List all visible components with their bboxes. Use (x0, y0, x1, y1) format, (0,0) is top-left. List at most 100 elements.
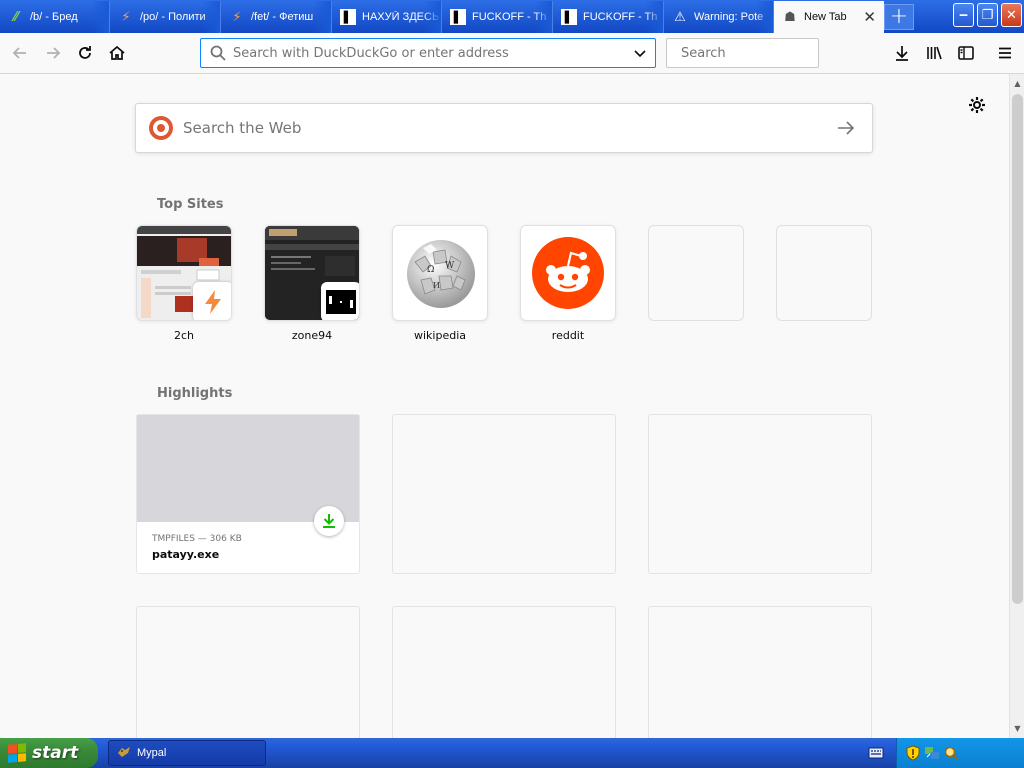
forward-arrow-icon (47, 47, 61, 59)
web-search-input[interactable] (183, 119, 836, 137)
scroll-up-icon[interactable]: ▲ (1010, 76, 1024, 91)
back-button[interactable] (6, 39, 34, 67)
hamburger-icon (999, 47, 1011, 59)
forward-button[interactable] (39, 39, 67, 67)
tab-4[interactable]: ▌ НАХУЙ ЗДЕСЬ (332, 1, 442, 33)
system-tray (896, 738, 1024, 768)
tab-7[interactable]: ⚠ Warning: Pote (664, 1, 774, 33)
top-site-wikipedia[interactable]: Ω W И wikipedia (392, 225, 488, 342)
home-button[interactable] (103, 39, 131, 67)
gear-icon[interactable] (967, 95, 987, 115)
tab-8[interactable]: ☗ New Tab ✕ (774, 1, 884, 33)
navigation-toolbar (0, 33, 1024, 74)
top-site-empty[interactable] (776, 225, 872, 329)
library-icon (927, 46, 942, 60)
wikipedia-globe-icon: Ω W И (407, 240, 475, 308)
site-thumbnail[interactable]: Ω W И (392, 225, 488, 321)
keyboard-icon[interactable] (868, 745, 884, 761)
chevron-down-icon[interactable] (633, 46, 647, 60)
sidebar-icon (958, 46, 974, 60)
lightning-icon: ⚡ (232, 9, 242, 25)
tab-3[interactable]: ⚡ /fet/ - Фетиш (221, 1, 332, 33)
arrow-right-icon[interactable] (836, 120, 856, 136)
magnifier-icon[interactable] (943, 745, 959, 761)
tab-fade (534, 1, 552, 33)
site-label: zone94 (291, 329, 333, 342)
tab-6[interactable]: ▌ FUCKOFF - Th (553, 1, 664, 33)
site-thumbnail[interactable] (136, 225, 232, 321)
taskbar: start Mypal (0, 738, 1024, 768)
tab-fade (423, 1, 441, 33)
sidebar-button[interactable] (952, 39, 980, 67)
warning-icon: ⚠ (674, 9, 686, 25)
download-icon (896, 46, 908, 61)
empty-site-slot[interactable] (648, 225, 744, 321)
download-icon (323, 514, 335, 528)
tab-fade (755, 1, 773, 33)
site-label: wikipedia (413, 329, 466, 342)
site-label: 2ch (173, 329, 195, 342)
windows-logo-icon (8, 743, 26, 763)
web-search-box[interactable] (135, 103, 873, 153)
new-tab-button[interactable]: + (884, 4, 914, 30)
highlight-card-empty (392, 414, 616, 574)
top-site-empty[interactable] (648, 225, 744, 329)
svg-text:И: И (433, 281, 440, 290)
address-input[interactable] (233, 45, 633, 61)
top-site-zone94[interactable]: zone94 (264, 225, 360, 342)
scrollbar-thumb[interactable] (1012, 94, 1023, 604)
highlights-heading: Highlights (157, 386, 233, 401)
top-site-reddit[interactable]: reddit (520, 225, 616, 342)
tab-1[interactable]: ⁄⁄ /b/ - Бред (0, 1, 110, 33)
security-shield-icon[interactable] (905, 745, 921, 761)
library-button[interactable] (920, 39, 948, 67)
back-arrow-icon (12, 47, 26, 59)
close-tab-icon[interactable]: ✕ (863, 8, 876, 26)
tab-label: /po/ - Полити (140, 11, 206, 23)
lightning-icon: ⚡ (121, 9, 131, 25)
search-bar[interactable] (666, 38, 851, 68)
tab-label: /fet/ - Фетиш (251, 11, 314, 23)
home-icon (109, 45, 125, 60)
lightning-icon (205, 290, 221, 314)
2ch-icon: ⁄⁄ (13, 9, 19, 25)
downloads-button[interactable] (888, 39, 916, 67)
address-bar[interactable] (200, 38, 656, 68)
empty-site-slot[interactable] (776, 225, 872, 321)
minimize-button[interactable]: ‒ (953, 3, 974, 27)
maximize-button[interactable]: ❐ (977, 3, 998, 27)
tab-label: New Tab (804, 11, 847, 23)
highlight-card-download[interactable]: TMPFILES — 306 KB patayy.exe (136, 414, 360, 574)
svg-text:W: W (445, 261, 455, 271)
tab-fade (313, 1, 331, 33)
network-icon[interactable] (924, 745, 940, 761)
highlight-card-empty (392, 606, 616, 738)
search-input[interactable] (681, 45, 851, 61)
duckduckgo-icon (149, 116, 173, 140)
top-site-2ch[interactable]: 2ch (136, 225, 232, 342)
highlight-preview (137, 415, 359, 536)
figure-icon: ▌ (561, 9, 577, 25)
mypal-icon (117, 745, 131, 762)
svg-text:Ω: Ω (427, 265, 434, 275)
tab-fade (202, 1, 220, 33)
vertical-scrollbar[interactable]: ▲ ▼ (1009, 74, 1024, 738)
scroll-down-icon[interactable]: ▼ (1010, 721, 1024, 736)
tab-favicon-icon: ☗ (784, 9, 796, 25)
reload-button[interactable] (71, 39, 99, 67)
site-thumbnail[interactable] (520, 225, 616, 321)
tab-strip: ⁄⁄ /b/ - Бред ⚡ /po/ - Полити ⚡ /fet/ - Фетиш… (0, 0, 1024, 33)
2ch-favicon-badge (193, 282, 231, 320)
highlight-card-empty (648, 414, 872, 574)
reload-icon (79, 46, 91, 59)
tab-2[interactable]: ⚡ /po/ - Полити (110, 1, 221, 33)
tab-label: /b/ - Бред (30, 11, 78, 23)
menu-button[interactable] (991, 39, 1019, 67)
taskbar-item-mypal[interactable]: Mypal (108, 740, 266, 766)
start-button[interactable]: start (0, 738, 98, 768)
site-thumbnail[interactable] (264, 225, 360, 321)
close-window-button[interactable]: ✕ (1001, 3, 1022, 27)
highlight-card-empty (648, 606, 872, 738)
tab-5[interactable]: ▌ FUCKOFF - Th (442, 1, 553, 33)
start-label: start (32, 743, 79, 763)
